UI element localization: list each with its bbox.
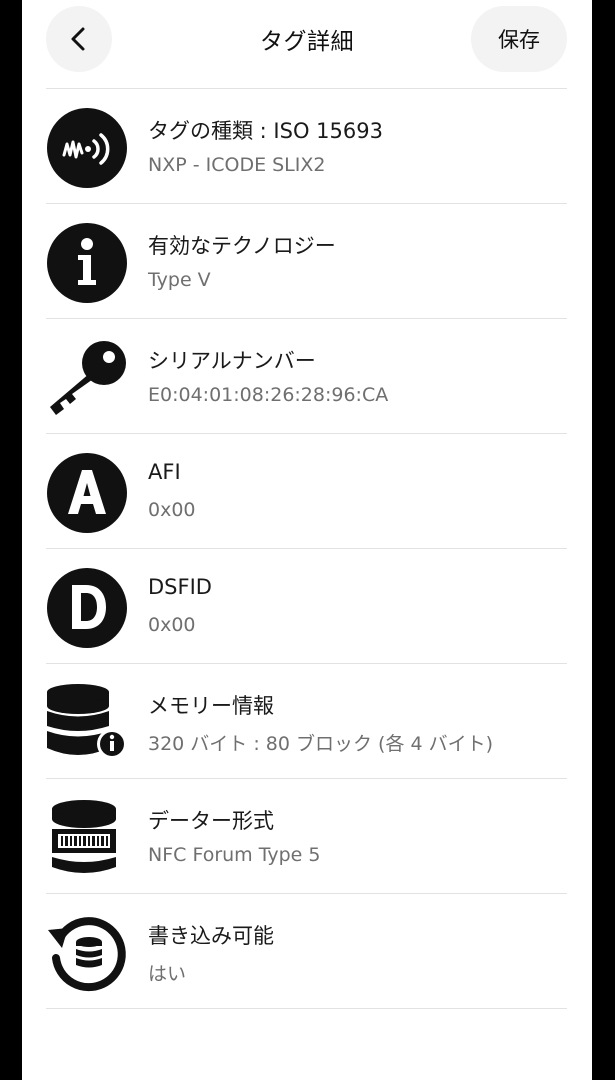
data-format-value: NFC Forum Type 5	[148, 844, 321, 866]
database-info-icon	[46, 682, 128, 764]
technology-value: Type V	[148, 269, 211, 291]
list-item-data-format[interactable]: データー形式 NFC Forum Type 5	[46, 779, 567, 894]
writable-value: はい	[148, 963, 187, 985]
afi-label: AFI	[148, 460, 181, 484]
memory-info-label: メモリー情報	[148, 694, 274, 718]
list-item-serial-number[interactable]: シリアルナンバー E0:04:01:08:26:28:96:CA	[46, 319, 567, 434]
tag-type-value: NXP - ICODE SLIX2	[148, 154, 326, 176]
letter-d-icon	[46, 567, 128, 649]
list-item-writable[interactable]: 書き込み可能 はい	[46, 894, 567, 1009]
key-icon	[46, 337, 128, 419]
memory-info-value: 320 バイト : 80 ブロック (各 4 バイト)	[148, 733, 494, 755]
writable-label: 書き込み可能	[148, 924, 274, 948]
tag-detail-list: タグの種類 : ISO 15693 NXP - ICODE SLIX2 有効なテ…	[46, 88, 567, 1009]
database-barcode-icon	[46, 797, 128, 879]
data-format-label: データー形式	[148, 809, 274, 833]
info-icon	[46, 222, 128, 304]
letter-a-icon	[46, 452, 128, 534]
header: タグ詳細 保存	[22, 0, 592, 88]
save-button[interactable]: 保存	[471, 6, 567, 72]
list-item-afi[interactable]: AFI 0x00	[46, 434, 567, 549]
dsfid-value: 0x00	[148, 614, 196, 636]
tag-type-label: タグの種類 : ISO 15693	[148, 119, 383, 143]
writable-refresh-icon	[46, 912, 128, 994]
dsfid-label: DSFID	[148, 575, 212, 599]
screen: タグ詳細 保存 タグの種類 : ISO 15693 NXP - ICODE SL…	[22, 0, 592, 1080]
nfc-tag-icon	[46, 107, 128, 189]
technology-label: 有効なテクノロジー	[148, 234, 336, 258]
list-item-technology[interactable]: 有効なテクノロジー Type V	[46, 204, 567, 319]
serial-number-label: シリアルナンバー	[148, 349, 316, 373]
serial-number-value: E0:04:01:08:26:28:96:CA	[148, 384, 389, 406]
list-item-memory-info[interactable]: メモリー情報 320 バイト : 80 ブロック (各 4 バイト)	[46, 664, 567, 779]
list-item-tag-type[interactable]: タグの種類 : ISO 15693 NXP - ICODE SLIX2	[46, 89, 567, 204]
list-item-dsfid[interactable]: DSFID 0x00	[46, 549, 567, 664]
afi-value: 0x00	[148, 499, 196, 521]
